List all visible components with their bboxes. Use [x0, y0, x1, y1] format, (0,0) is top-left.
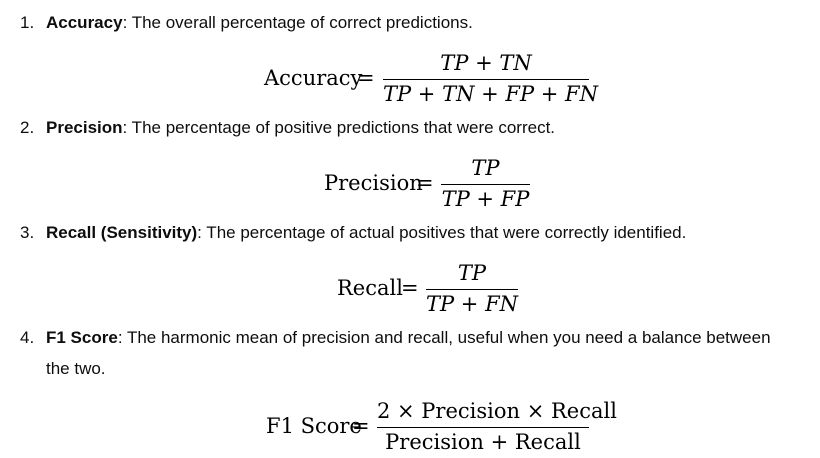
- term-label: F1 Score: [46, 328, 118, 347]
- list-item-f1-score: 4. F1 Score: The harmonic mean of precis…: [0, 322, 820, 384]
- fraction-bar: [426, 289, 518, 290]
- formula-numerator: 2 × Precision × Recall: [377, 399, 617, 423]
- formula-equals: =: [352, 414, 370, 438]
- formula-denominator: TP + FP: [441, 187, 530, 211]
- formula-denominator: Precision + Recall: [385, 430, 581, 454]
- term-description: : The harmonic mean of precision and rec…: [46, 328, 771, 378]
- term-label: Accuracy: [46, 13, 123, 32]
- term-description: : The percentage of positive predictions…: [122, 118, 556, 137]
- formula-recall: Recall = TP TP + FN: [0, 258, 820, 318]
- formula-accuracy: Accuracy = TP + TN TP + TN + FP + FN: [0, 48, 820, 108]
- formula-precision: Precision = TP TP + FP: [0, 153, 820, 213]
- formula-equals: =: [416, 171, 434, 195]
- formula-fraction: TP + TN TP + TN + FP + FN: [383, 48, 599, 108]
- formula-f1-score: F1 Score = 2 × Precision × Recall Precis…: [0, 396, 820, 456]
- list-text: Accuracy: The overall percentage of corr…: [46, 7, 798, 38]
- fraction-bar: [441, 184, 530, 185]
- formula-lhs: Recall: [337, 276, 403, 300]
- fraction-bar: [383, 79, 589, 80]
- term-description: : The percentage of actual positives tha…: [197, 223, 687, 242]
- formula-lhs: Precision: [324, 171, 423, 195]
- list-text: Recall (Sensitivity): The percentage of …: [46, 217, 798, 248]
- formula-denominator: TP + FN: [426, 292, 519, 316]
- formula-numerator: TP + TN: [440, 51, 532, 75]
- term-label: Precision: [46, 118, 123, 137]
- formula-fraction: TP TP + FP: [441, 153, 530, 213]
- list-item-recall: 3. Recall (Sensitivity): The percentage …: [0, 217, 820, 248]
- list-number: 1.: [20, 13, 35, 32]
- list-number: 4.: [20, 328, 35, 347]
- formula-fraction: TP TP + FN: [426, 258, 518, 318]
- fraction-bar: [377, 427, 589, 428]
- formula-fraction: 2 × Precision × Recall Precision + Recal…: [377, 396, 617, 456]
- term-label: Recall (Sensitivity): [46, 223, 198, 242]
- list-text: Precision: The percentage of positive pr…: [46, 112, 798, 143]
- formula-equals: =: [357, 66, 375, 90]
- term-description: : The overall percentage of correct pred…: [122, 13, 473, 32]
- formula-lhs: F1 Score: [266, 414, 362, 438]
- list-item-precision: 2. Precision: The percentage of positive…: [0, 112, 820, 143]
- formula-lhs: Accuracy: [264, 66, 363, 90]
- formula-denominator: TP + TN + FP + FN: [383, 82, 599, 106]
- formula-equals: =: [401, 276, 419, 300]
- formula-numerator: TP: [457, 261, 487, 285]
- list-text: F1 Score: The harmonic mean of precision…: [46, 322, 798, 384]
- list-item-accuracy: 1. Accuracy: The overall percentage of c…: [0, 7, 820, 38]
- formula-numerator: TP: [471, 156, 500, 180]
- list-number: 2.: [20, 118, 35, 137]
- list-number: 3.: [20, 223, 35, 242]
